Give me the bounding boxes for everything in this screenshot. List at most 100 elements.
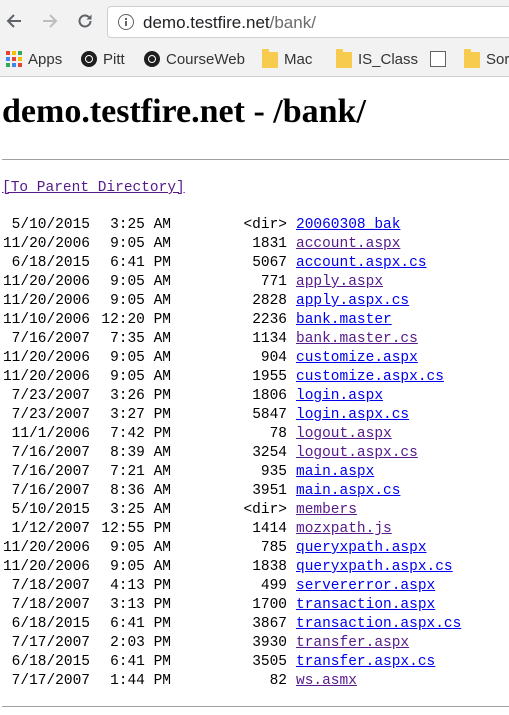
bookmark-apps[interactable]: Apps (6, 49, 62, 69)
top-divider (2, 159, 509, 160)
folder-icon (262, 49, 278, 68)
entry-link[interactable]: logout.aspx (296, 425, 392, 444)
entry-time: 6:41 PM (110, 616, 171, 632)
bookmark-mac[interactable]: Mac (262, 49, 312, 69)
entry-size: 3867 (252, 616, 287, 632)
url-host: demo.testfire.net (143, 13, 270, 32)
entry-size: 1700 (252, 597, 287, 613)
entry-size: 5847 (252, 407, 287, 423)
entry-date: 11/20/2006 (2, 350, 90, 366)
entry-size: 2828 (252, 293, 287, 309)
entry-date: 7/16/2007 (11, 445, 90, 461)
arrow-left-icon (6, 14, 21, 28)
entry-link[interactable]: login.aspx (296, 387, 383, 406)
bookmark-label: Mac (284, 50, 313, 68)
entry-date: 11/20/2006 (2, 559, 90, 575)
entry-time: 9:05 AM (110, 350, 171, 366)
entry-link[interactable]: customize.aspx.cs (296, 368, 444, 387)
entry-link[interactable]: login.aspx.cs (296, 406, 409, 425)
back-button[interactable] (3, 10, 25, 32)
entry-link[interactable]: transaction.aspx.cs (296, 615, 461, 634)
entry-date: 7/23/2007 (11, 407, 90, 423)
entry-link[interactable]: transfer.aspx (296, 634, 409, 653)
entry-size: 935 (260, 464, 287, 480)
bookmark-label: IS_Class (358, 50, 419, 68)
entry-link[interactable]: queryxpath.aspx (296, 539, 427, 558)
entry-link[interactable]: bank.master.cs (296, 330, 418, 349)
entry-link[interactable]: transaction.aspx (296, 596, 435, 615)
entry-link[interactable]: account.aspx.cs (296, 254, 427, 273)
entry-time: 6:41 PM (110, 255, 171, 271)
entry-time: 4:13 PM (110, 578, 171, 594)
entry-link[interactable]: apply.aspx.cs (296, 292, 409, 311)
entry-time: 9:05 AM (110, 540, 171, 556)
entry-time: 9:05 AM (110, 274, 171, 290)
entry-link[interactable]: 20060308_bak (296, 216, 400, 235)
courseweb-icon (144, 51, 160, 67)
entry-time: 12:55 PM (101, 521, 171, 537)
url-text: demo.testfire.net/bank/ (143, 13, 316, 33)
entry-link[interactable]: ws.asmx (296, 672, 357, 691)
bookmark-pitt[interactable]: Pitt (81, 49, 125, 69)
entry-time: 7:35 AM (110, 331, 171, 347)
entry-link[interactable]: account.aspx (296, 235, 400, 254)
reload-button[interactable] (74, 10, 96, 32)
entry-size: 1414 (252, 521, 287, 537)
entry-time: 9:05 AM (110, 236, 171, 252)
page-icon (430, 51, 446, 67)
entry-time: 3:27 PM (110, 407, 171, 423)
entry-date: 7/18/2007 (11, 597, 90, 613)
entry-size: 3505 (252, 654, 287, 670)
entry-time: 1:44 PM (110, 673, 171, 689)
entry-time: 3:25 AM (110, 217, 171, 233)
bookmark-sor[interactable]: Sor (464, 49, 509, 69)
parent-directory-link[interactable]: [To Parent Directory] (2, 179, 185, 198)
entry-link[interactable]: logout.aspx.cs (296, 444, 418, 463)
entry-link[interactable]: bank.master (296, 311, 392, 330)
entry-size: 3951 (252, 483, 287, 499)
entry-time: 8:36 AM (110, 483, 171, 499)
entry-time: 6:41 PM (110, 654, 171, 670)
entry-link[interactable]: main.aspx.cs (296, 482, 400, 501)
entry-date: 7/17/2007 (11, 635, 90, 651)
entry-link[interactable]: servererror.aspx (296, 577, 435, 596)
browser-toolbar: demo.testfire.net/bank/ (0, 0, 509, 42)
address-bar[interactable]: demo.testfire.net/bank/ (107, 6, 509, 38)
folder-icon (464, 49, 480, 68)
info-icon[interactable] (118, 14, 134, 30)
browser-chrome: demo.testfire.net/bank/ Apps Pitt Course… (0, 0, 509, 77)
apps-icon (6, 51, 22, 67)
entry-date: 7/18/2007 (11, 578, 90, 594)
entry-date: 7/16/2007 (11, 331, 90, 347)
entry-size: 1806 (252, 388, 287, 404)
entry-date: 11/20/2006 (2, 369, 90, 385)
entry-date: 7/23/2007 (11, 388, 90, 404)
bookmark-page[interactable] (428, 49, 452, 69)
entry-time: 3:25 AM (110, 502, 171, 518)
entry-link[interactable]: customize.aspx (296, 349, 418, 368)
entry-size: 3254 (252, 445, 287, 461)
bookmark-label: Pitt (103, 50, 125, 68)
entry-date: 6/18/2015 (11, 255, 90, 271)
entry-link[interactable]: main.aspx (296, 463, 374, 482)
bookmark-is-class[interactable]: IS_Class (336, 49, 418, 69)
bookmark-courseweb[interactable]: CourseWeb (144, 49, 245, 69)
bottom-divider (2, 706, 509, 707)
url-path: /bank/ (269, 13, 316, 32)
entry-time: 3:13 PM (110, 597, 171, 613)
entry-link[interactable]: members (296, 501, 357, 520)
entry-time: 9:05 AM (110, 293, 171, 309)
entry-date: 11/20/2006 (2, 540, 90, 556)
entry-size: 82 (269, 673, 287, 689)
entry-date: 11/1/2006 (11, 426, 90, 442)
entry-time: 12:20 PM (101, 312, 171, 328)
entry-link[interactable]: mozxpath.js (296, 520, 392, 539)
entry-link[interactable]: queryxpath.aspx.cs (296, 558, 453, 577)
forward-button[interactable] (39, 10, 61, 32)
entry-link[interactable]: transfer.aspx.cs (296, 653, 435, 672)
entry-link[interactable]: apply.aspx (296, 273, 383, 292)
entry-time: 2:03 PM (110, 635, 171, 651)
entry-size: 785 (260, 540, 287, 556)
entry-date: 1/12/2007 (11, 521, 90, 537)
entry-time: 8:39 AM (110, 445, 171, 461)
